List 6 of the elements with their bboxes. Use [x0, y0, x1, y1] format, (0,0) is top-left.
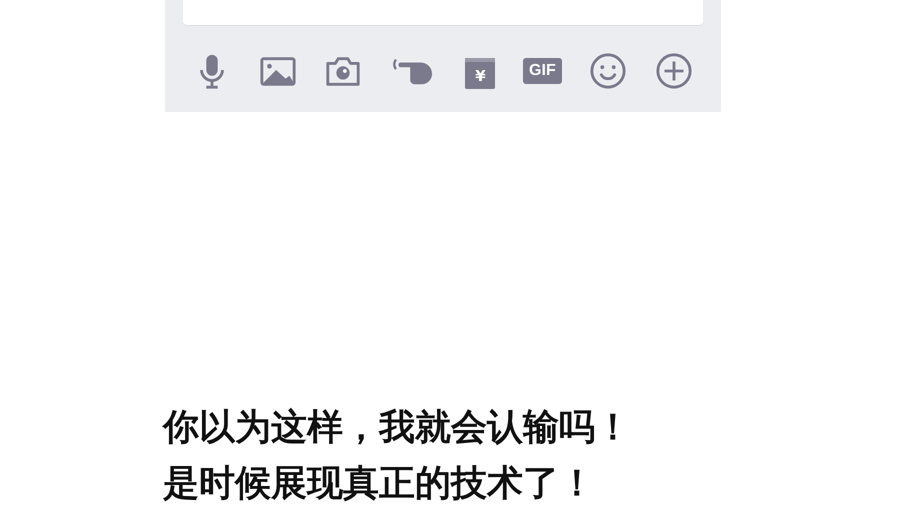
emoji-icon[interactable]: [589, 52, 628, 90]
caption-text: 是时候展现真正的技术了！: [163, 462, 596, 506]
message-input-field[interactable]: [183, 0, 703, 26]
add-icon[interactable]: [654, 52, 693, 90]
gif-button[interactable]: GIF: [523, 58, 562, 84]
caption-text: 你以为这样，我就会认输吗！: [163, 406, 631, 450]
